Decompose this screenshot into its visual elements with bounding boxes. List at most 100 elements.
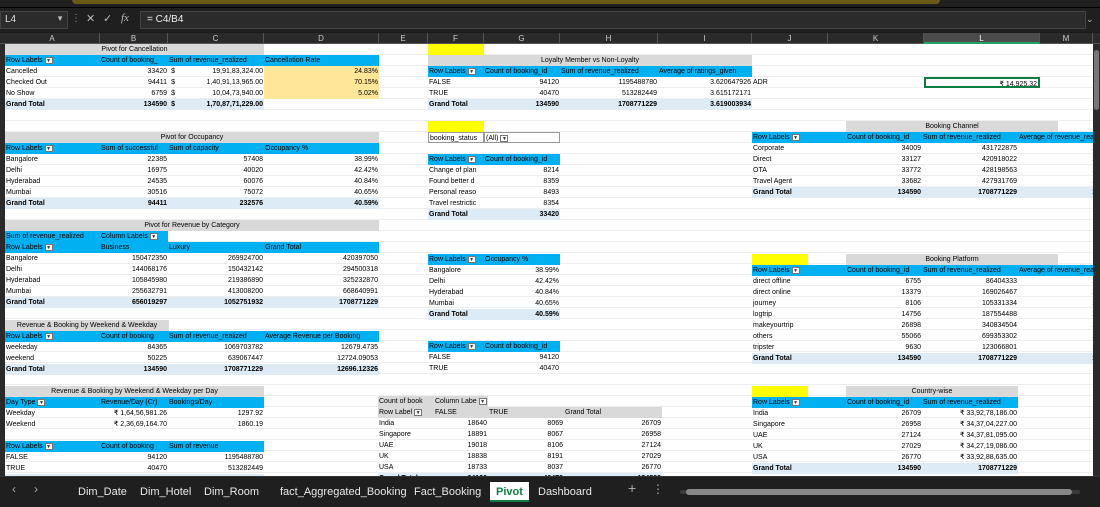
occ-total[interactable]: 94411	[100, 198, 168, 209]
tab-next-icon[interactable]: ›	[34, 482, 38, 496]
column-header-i[interactable]: I	[658, 33, 752, 44]
occ-cell[interactable]: Hyderabad	[5, 176, 100, 187]
cross-cell[interactable]: 8069	[488, 418, 564, 429]
column-header-h[interactable]: H	[560, 33, 658, 44]
channel-cell[interactable]: 12706.19199	[1018, 154, 1093, 165]
filter-dropdown-icon[interactable]: ▼	[791, 266, 800, 274]
sheet-tab-fact-booking[interactable]: Fact_Booking	[408, 482, 487, 502]
highlight-cell[interactable]	[752, 254, 808, 265]
revcat-total[interactable]: 1708771229	[264, 297, 379, 308]
loyal-cell[interactable]: 513282449	[560, 88, 658, 99]
perday-title[interactable]: Revenue & Booking by Weekend & Weekday p…	[5, 386, 264, 397]
platform-cell[interactable]: 14756	[846, 309, 922, 320]
platform-total[interactable]: 12696.12326	[1018, 353, 1093, 364]
cancel-total[interactable]: 134590	[100, 99, 168, 110]
smallA-header[interactable]: Count of booking	[100, 441, 168, 452]
revcat-cell[interactable]: Delhi	[5, 264, 100, 275]
smallB-cell[interactable]: 94120	[484, 352, 560, 363]
occ-header[interactable]: Row Labels ▼	[5, 143, 100, 154]
smallB-header[interactable]: Count of booking_id	[484, 341, 560, 352]
cross-cell[interactable]: UAE	[378, 440, 434, 451]
cross-cell[interactable]: 8191	[488, 451, 564, 462]
platform-header[interactable]: Average of revenue_realized2	[1018, 265, 1093, 276]
occ2-cell[interactable]: 40.84%	[484, 287, 560, 298]
channel-cell[interactable]: Travel Agent	[752, 176, 846, 187]
country-cell[interactable]: UAE	[752, 430, 846, 441]
highlight-cell[interactable]	[428, 121, 484, 132]
loyal-cell[interactable]: 3.620647926	[658, 77, 752, 88]
filter-dropdown-icon[interactable]: ▼	[467, 155, 476, 163]
smallB-cell[interactable]: TRUE	[428, 363, 484, 374]
country-cell[interactable]: ₹ 33,92,78,186.00	[922, 408, 1018, 419]
loyal-header[interactable]: Count of booking_id	[484, 66, 560, 77]
column-header-k[interactable]: K	[828, 33, 924, 44]
wk-total[interactable]: 12696.12326	[264, 364, 379, 375]
wk-cell[interactable]: 84365	[100, 342, 168, 353]
occ-total[interactable]: Grand Total	[5, 198, 100, 209]
channel-cell[interactable]: 33682	[846, 176, 922, 187]
column-header-l[interactable]: L	[924, 33, 1040, 44]
horizontal-scrollbar[interactable]	[680, 487, 1080, 497]
perday-cell[interactable]: 1860.19	[168, 419, 264, 430]
cancel-total[interactable]: $	[168, 99, 176, 110]
cancel-cell[interactable]: 19,91,83,324.00	[176, 66, 264, 77]
column-header-g[interactable]: G	[484, 33, 560, 44]
platform-cell[interactable]: 699353302	[922, 331, 1018, 342]
cancel-cell[interactable]: $	[168, 66, 176, 77]
platform-cell[interactable]: tripster	[752, 342, 846, 353]
smallA-header[interactable]: Row Labels ▼	[5, 441, 100, 452]
sheet-tab-dim-room[interactable]: Dim_Room	[198, 482, 265, 502]
country-header[interactable]: Count of booking_id	[846, 397, 922, 408]
revcat-header[interactable]: Row Labels ▼	[5, 242, 100, 253]
wk-header[interactable]: Average Revenue per Booking	[264, 331, 379, 342]
occ2-cell[interactable]: Bangalore	[428, 265, 484, 276]
channel-cell[interactable]: OTA	[752, 165, 846, 176]
occ-title[interactable]: Pivot for Occupancy	[5, 132, 379, 143]
country-cell[interactable]: Singapore	[752, 419, 846, 430]
revcat-cell[interactable]: 294500318	[264, 264, 379, 275]
loyal-cell[interactable]: FALSE	[428, 77, 484, 88]
filter-dropdown-icon[interactable]: ▼	[37, 398, 46, 406]
filter-dropdown-icon[interactable]: ▼	[44, 243, 53, 251]
loyal-header[interactable]: Average of ratings_given	[658, 66, 752, 77]
adr-value[interactable]: ₹ 14,925.32	[924, 77, 1040, 88]
status-header[interactable]: Count of booking_id	[484, 154, 560, 165]
sheet-options-icon[interactable]: ⋮	[652, 482, 664, 496]
channel-cell[interactable]: 12679.09993	[1018, 165, 1093, 176]
country-cell[interactable]: USA	[752, 452, 846, 463]
occ2-total[interactable]: 40.59%	[484, 309, 560, 320]
country-cell[interactable]: 27029	[846, 441, 922, 452]
occ-cell[interactable]: Bangalore	[5, 154, 100, 165]
vertical-scroll-thumb[interactable]	[1094, 50, 1099, 110]
occ-cell[interactable]: 30516	[100, 187, 168, 198]
cross-cell[interactable]: 27029	[564, 451, 662, 462]
cancel-header[interactable]: Cancellation Rate	[264, 55, 379, 66]
loyal-cell[interactable]: 40470	[484, 88, 560, 99]
occ2-header[interactable]: Occupancy %	[484, 254, 560, 265]
occ2-cell[interactable]: 42.42%	[484, 276, 560, 287]
filter-dropdown-icon[interactable]: ▼	[44, 56, 53, 64]
column-header-d[interactable]: D	[264, 33, 379, 44]
channel-cell[interactable]: 33772	[846, 165, 922, 176]
cross-cell[interactable]: 26958	[564, 429, 662, 440]
filter-dropdown-icon[interactable]: ▼	[44, 442, 53, 450]
cross-cell[interactable]: UK	[378, 451, 434, 462]
cross-header[interactable]: Column Labe ▼	[434, 396, 488, 407]
channel-cell[interactable]: 428198563	[922, 165, 1018, 176]
loyal-total[interactable]: 134590	[484, 99, 560, 110]
smallA-cell[interactable]: FALSE	[5, 452, 100, 463]
cross-header[interactable]: Grand Total	[564, 407, 662, 418]
cancel-cell[interactable]: $	[168, 77, 176, 88]
cross-cell[interactable]: USA	[378, 462, 434, 473]
platform-cell[interactable]: direct offline	[752, 276, 846, 287]
occ-cell[interactable]: 22385	[100, 154, 168, 165]
sheet-tab-dashboard[interactable]: Dashboard	[532, 482, 598, 502]
smallB-cell[interactable]: FALSE	[428, 352, 484, 363]
occ-cell[interactable]: 40.65%	[264, 187, 379, 198]
smallB-header[interactable]: Row Labels ▼	[428, 341, 484, 352]
wk-title[interactable]: Revenue & Booking by Weekend & Weekday	[5, 320, 169, 331]
country-cell[interactable]: ₹ 34,37,04,227.00	[922, 419, 1018, 430]
occ-header[interactable]: Sum of successful	[100, 143, 168, 154]
smallA-cell[interactable]: 94120	[100, 452, 168, 463]
cross-cell[interactable]: 18891	[434, 429, 488, 440]
